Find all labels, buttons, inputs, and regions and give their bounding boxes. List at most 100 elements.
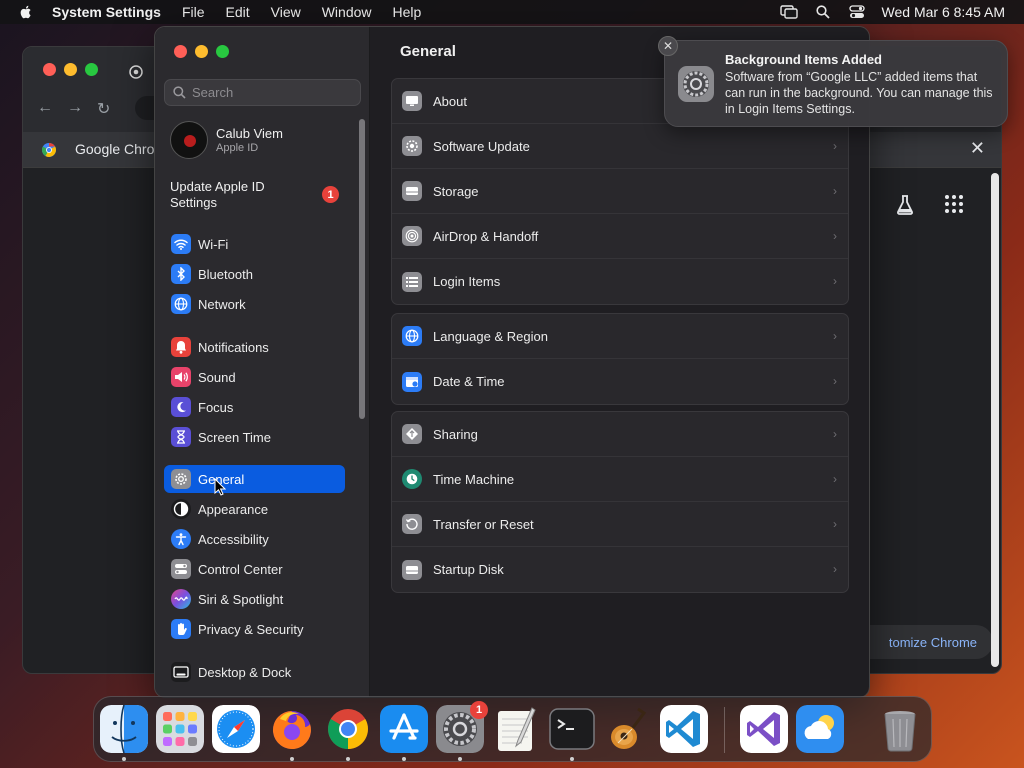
row-startup-disk[interactable]: Startup Disk › bbox=[392, 547, 848, 592]
spotlight-search-icon[interactable] bbox=[814, 4, 832, 20]
sidebar-item-accessibility[interactable]: Accessibility bbox=[164, 525, 345, 553]
row-language-region[interactable]: Language & Region › bbox=[392, 314, 848, 359]
settings-close-button[interactable] bbox=[174, 45, 187, 58]
sidebar-item-label: Focus bbox=[198, 399, 234, 415]
dock-running-indicator bbox=[122, 757, 126, 761]
sidebar-item-label: Accessibility bbox=[198, 531, 269, 547]
dock-weather-icon[interactable] bbox=[796, 705, 844, 753]
sidebar-item-wifi[interactable]: Wi-Fi bbox=[164, 230, 345, 258]
apple-logo-icon[interactable] bbox=[18, 4, 34, 20]
row-sharing[interactable]: Sharing › bbox=[392, 412, 848, 457]
menu-window[interactable]: Window bbox=[322, 4, 372, 20]
row-label: Software Update bbox=[433, 138, 530, 154]
dock-visual-studio-icon[interactable] bbox=[740, 705, 788, 753]
sidebar-item-sound[interactable]: Sound bbox=[164, 363, 345, 391]
settings-minimize-button[interactable] bbox=[195, 45, 208, 58]
time-machine-icon bbox=[402, 469, 422, 489]
sidebar-item-privacy-security[interactable]: Privacy & Security bbox=[164, 615, 345, 643]
background-items-notification[interactable]: Background Items Added Software from “Go… bbox=[664, 40, 1008, 127]
sidebar-item-control-center[interactable]: Control Center bbox=[164, 555, 345, 583]
row-date-time[interactable]: Date & Time › bbox=[392, 359, 848, 404]
row-airdrop-handoff[interactable]: AirDrop & Handoff › bbox=[392, 214, 848, 259]
sidebar-item-bluetooth[interactable]: Bluetooth bbox=[164, 260, 345, 288]
sidebar-item-label: Privacy & Security bbox=[198, 621, 304, 637]
sidebar-item-siri-spotlight[interactable]: Siri & Spotlight bbox=[164, 585, 345, 613]
dock-chrome-icon[interactable] bbox=[324, 705, 372, 753]
dock-settings-badge: 1 bbox=[470, 701, 488, 719]
chrome-tab-favicon-icon[interactable] bbox=[129, 65, 143, 79]
row-label: AirDrop & Handoff bbox=[433, 228, 539, 244]
settings-zoom-button[interactable] bbox=[216, 45, 229, 58]
chrome-scrollbar[interactable] bbox=[991, 173, 999, 667]
wifi-icon bbox=[171, 234, 191, 254]
sidebar-item-notifications[interactable]: Notifications bbox=[164, 333, 345, 361]
profile-name: Calub Viem bbox=[216, 126, 283, 141]
menu-clock[interactable]: Wed Mar 6 8:45 AM bbox=[882, 4, 1005, 20]
reload-icon[interactable]: ↻ bbox=[97, 99, 110, 119]
control-center-menu-icon[interactable] bbox=[848, 4, 866, 20]
dock-firefox-icon[interactable] bbox=[268, 705, 316, 753]
sidebar-item-screen-time[interactable]: Screen Time bbox=[164, 423, 345, 451]
sidebar-item-desktop-dock[interactable]: Desktop & Dock bbox=[164, 658, 345, 686]
menu-edit[interactable]: Edit bbox=[226, 4, 250, 20]
menu-app-name[interactable]: System Settings bbox=[52, 4, 161, 20]
about-icon bbox=[402, 91, 422, 111]
row-time-machine[interactable]: Time Machine › bbox=[392, 457, 848, 502]
dock-running-indicator bbox=[570, 757, 574, 761]
google-apps-grid-icon[interactable] bbox=[943, 193, 965, 215]
dock-terminal-icon[interactable] bbox=[548, 705, 596, 753]
dock-trash-icon[interactable] bbox=[876, 705, 924, 753]
dock-safari-icon[interactable] bbox=[212, 705, 260, 753]
menu-view[interactable]: View bbox=[271, 4, 301, 20]
row-login-items[interactable]: Login Items › bbox=[392, 259, 848, 304]
row-software-update[interactable]: Software Update › bbox=[392, 124, 848, 169]
dock-app-store-icon[interactable] bbox=[380, 705, 428, 753]
hand-icon bbox=[171, 619, 191, 639]
mouse-cursor-icon bbox=[214, 478, 226, 496]
row-storage[interactable]: Storage › bbox=[392, 169, 848, 214]
sidebar-item-network[interactable]: Network bbox=[164, 290, 345, 318]
sidebar-item-general[interactable]: General bbox=[164, 465, 345, 493]
chrome-zoom-button[interactable] bbox=[85, 63, 98, 76]
notification-close-icon[interactable]: ✕ bbox=[658, 36, 678, 56]
control-center-icon bbox=[171, 559, 191, 579]
sidebar-item-label: Network bbox=[198, 296, 246, 312]
row-label: Login Items bbox=[433, 274, 501, 289]
row-transfer-reset[interactable]: Transfer or Reset › bbox=[392, 502, 848, 547]
row-label: Storage bbox=[433, 183, 479, 199]
chevron-right-icon: › bbox=[833, 374, 837, 388]
row-label: About bbox=[433, 93, 467, 109]
back-arrow-icon[interactable]: ← bbox=[37, 99, 53, 119]
dock-garageband-icon[interactable] bbox=[604, 705, 652, 753]
row-label: Sharing bbox=[433, 426, 478, 442]
menu-help[interactable]: Help bbox=[393, 4, 422, 20]
chrome-minimize-button[interactable] bbox=[64, 63, 77, 76]
dock-separator bbox=[724, 707, 725, 753]
sharing-icon bbox=[402, 424, 422, 444]
settings-content-pane: General About Software Update › Storage bbox=[370, 27, 869, 697]
row-label: Transfer or Reset bbox=[433, 516, 534, 532]
dock-vscode-icon[interactable] bbox=[660, 705, 708, 753]
software-update-icon bbox=[402, 136, 422, 156]
sidebar-item-focus[interactable]: Focus bbox=[164, 393, 345, 421]
update-apple-id-settings[interactable]: Update Apple ID Settings 1 bbox=[170, 179, 345, 213]
sidebar-search-field[interactable]: Search bbox=[164, 79, 361, 106]
menu-file[interactable]: File bbox=[182, 4, 205, 20]
dock-finder-icon[interactable] bbox=[100, 705, 148, 753]
dock-launchpad-icon[interactable] bbox=[156, 705, 204, 753]
forward-arrow-icon[interactable]: → bbox=[67, 99, 83, 119]
sidebar-item-appearance[interactable]: Appearance bbox=[164, 495, 345, 523]
dock-textedit-icon[interactable] bbox=[492, 705, 540, 753]
dock: 1 bbox=[93, 696, 932, 762]
screen-mirroring-icon[interactable] bbox=[779, 4, 798, 20]
chrome-panel-close-icon[interactable]: ✕ bbox=[970, 138, 985, 159]
chevron-right-icon: › bbox=[833, 139, 837, 153]
sidebar-scrollbar[interactable] bbox=[359, 119, 365, 419]
hourglass-icon bbox=[171, 427, 191, 447]
sidebar-item-label: Sound bbox=[198, 369, 236, 385]
chrome-labs-flask-icon[interactable] bbox=[893, 193, 917, 217]
apple-id-profile[interactable]: Calub Viem Apple ID bbox=[170, 119, 350, 161]
siri-icon bbox=[171, 589, 191, 609]
chrome-close-button[interactable] bbox=[43, 63, 56, 76]
page-title: General bbox=[400, 43, 456, 60]
